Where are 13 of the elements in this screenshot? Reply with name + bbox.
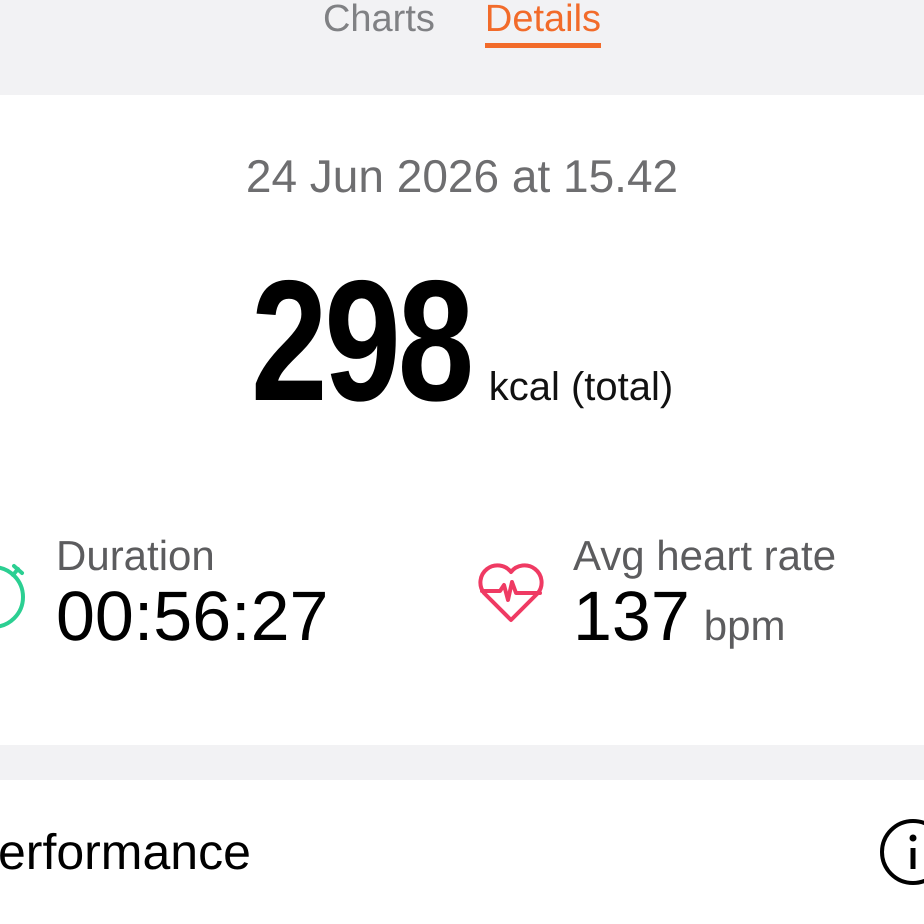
stat-value: 00:56:27 (56, 580, 328, 652)
info-button[interactable] (880, 816, 924, 888)
calories-unit: kcal (total) (488, 365, 674, 410)
tab[interactable]: Charts (322, 0, 435, 48)
info-icon (880, 816, 924, 888)
stat-unit: bpm (704, 602, 786, 650)
stat-value: 137 (573, 580, 690, 652)
workout-datetime: 24 Jun 2026 at 15.42 (246, 150, 678, 202)
tab[interactable]: Details (484, 0, 602, 48)
stat-label: Duration (56, 532, 216, 580)
calories-value: 298 (250, 266, 471, 416)
stat-label: Avg heart rate (573, 532, 836, 580)
section-title: erformance (0, 823, 251, 881)
